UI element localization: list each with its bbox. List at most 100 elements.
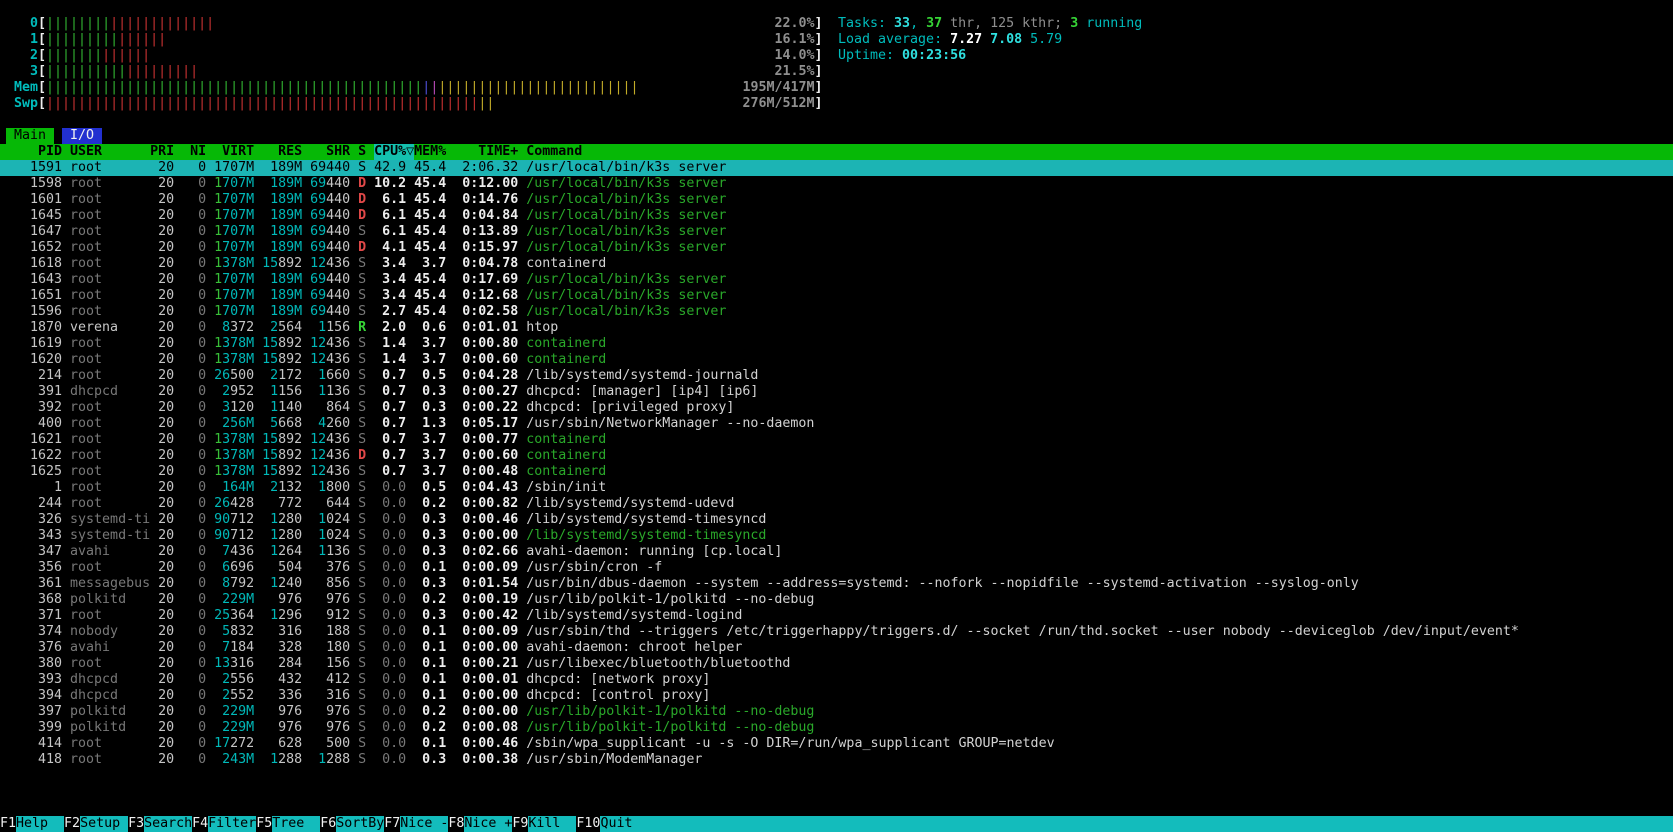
cell-cpu: 0.0	[374, 512, 407, 527]
process-row[interactable]: 356 root 20 0 6696 504 376 S 0.0 0.1 0:00.09 /…	[0, 560, 1673, 576]
cell-shr: 12436	[310, 256, 351, 271]
fkey-sortby[interactable]: F6SortBy	[320, 816, 384, 832]
process-row[interactable]: 1622 root 20 0 1378M 15892 12436 D 0.7 3.7 0:…	[0, 448, 1673, 464]
cell-shr: 69440	[310, 272, 351, 287]
column-header-user[interactable]: USER	[70, 144, 150, 160]
process-row[interactable]: 1601 root 20 0 1707M 189M 69440 D 6.1 45.4 0:1…	[0, 192, 1673, 208]
cell-command: dhcpcd: [control proxy]	[526, 688, 711, 703]
process-row[interactable]: 1647 root 20 0 1707M 189M 69440 S 6.1 45.4 0:1…	[0, 224, 1673, 240]
process-row[interactable]: 1652 root 20 0 1707M 189M 69440 D 4.1 45.4 0:1…	[0, 240, 1673, 256]
column-header-ni[interactable]: NI	[182, 144, 206, 160]
fkey-tree[interactable]: F5Tree	[256, 816, 321, 832]
cell-cpu: 6.1	[374, 224, 407, 239]
cell-res: 336	[278, 688, 303, 703]
cell-time: 0:02.58	[454, 304, 519, 319]
cell-state: D	[358, 176, 367, 191]
cell-virt: 8372	[222, 320, 255, 335]
process-row[interactable]: 1598 root 20 0 1707M 189M 69440 D 10.2 45.4 0:1…	[0, 176, 1673, 192]
column-header-pid[interactable]: PID	[6, 144, 62, 160]
fkey-nice[interactable]: F7Nice -	[384, 816, 448, 832]
process-row[interactable]: 1645 root 20 0 1707M 189M 69440 D 6.1 45.4 0:0…	[0, 208, 1673, 224]
process-row[interactable]: 414 root 20 0 17272 628 500 S 0.0 0.1 0:00.46…	[0, 736, 1673, 752]
column-header-virt[interactable]: VIRT	[214, 144, 254, 160]
tab-main[interactable]: Main	[6, 128, 55, 144]
process-row[interactable]: 1596 root 20 0 1707M 189M 69440 S 2.7 45.4 0:0…	[0, 304, 1673, 320]
cell-pri: 20	[150, 704, 175, 719]
process-row[interactable]: 400 root 20 0 256M 5668 4260 S 0.7 1.3 0:05.1…	[0, 416, 1673, 432]
process-row[interactable]: 1 root 20 0 164M 2132 1800 S 0.0 0.5 0:04.43 /…	[0, 480, 1673, 496]
process-row[interactable]: 399 polkitd 20 0 229M 976 976 S 0.0 0.2 0:00.…	[0, 720, 1673, 736]
column-header-pri[interactable]: PRI	[150, 144, 174, 160]
process-row[interactable]: 1870 verena 20 0 8372 2564 1156 R 2.0 0.6 0:0…	[0, 320, 1673, 336]
cell-user: root	[70, 352, 103, 367]
fkey-filter[interactable]: F4Filter	[192, 816, 256, 832]
fkey-quit[interactable]: F10Quit	[576, 816, 649, 832]
fkey-setup[interactable]: F2Setup	[64, 816, 129, 832]
column-header-time[interactable]: TIME+	[454, 144, 518, 160]
process-row[interactable]: 347 avahi 20 0 7436 1264 1136 S 0.0 0.3 0:02.…	[0, 544, 1673, 560]
tab-io[interactable]: I/O	[62, 128, 103, 144]
cell-shr: 976	[326, 720, 351, 735]
column-header-res[interactable]: RES	[262, 144, 302, 160]
process-row[interactable]: 1621 root 20 0 1378M 15892 12436 S 0.7 3.7 0:…	[0, 432, 1673, 448]
cell-command: /lib/systemd/systemd-logind	[526, 608, 743, 623]
cell-virt: 229M	[222, 592, 255, 607]
cell-pid: 368	[6, 592, 63, 607]
fkey-help[interactable]: F1Help	[0, 816, 65, 832]
fkey-kill[interactable]: F9Kill	[512, 816, 577, 832]
column-header-command[interactable]: Command	[526, 144, 582, 160]
cell-state: S	[358, 592, 367, 607]
cell-ni: 0	[182, 480, 207, 495]
process-row[interactable]: 393 dhcpcd 20 0 2556 432 412 S 0.0 0.1 0:00.0…	[0, 672, 1673, 688]
process-row[interactable]: 1625 root 20 0 1378M 15892 12436 S 0.7 3.7 0:…	[0, 464, 1673, 480]
cell-shr: 69440	[310, 224, 351, 239]
cell-ni: 0	[182, 736, 207, 751]
cell-pri: 20	[150, 544, 175, 559]
cell-pid: 347	[6, 544, 63, 559]
cell-shr: 864	[326, 400, 351, 415]
process-row[interactable]: 376 avahi 20 0 7184 328 180 S 0.0 0.1 0:00.00…	[0, 640, 1673, 656]
process-row[interactable]: 1619 root 20 0 1378M 15892 12436 S 1.4 3.7 0:…	[0, 336, 1673, 352]
column-header-state[interactable]: S	[358, 144, 366, 160]
process-row[interactable]: 1618 root 20 0 1378M 15892 12436 S 3.4 3.7 0:…	[0, 256, 1673, 272]
process-row[interactable]: 371 root 20 0 25364 1296 912 S 0.0 0.3 0:00.4…	[0, 608, 1673, 624]
process-row[interactable]: 214 root 20 0 26500 2172 1660 S 0.7 0.5 0:04.…	[0, 368, 1673, 384]
cell-time: 2:06.32	[454, 160, 519, 175]
process-row[interactable]: 391 dhcpcd 20 0 2952 1156 1136 S 0.7 0.3 0:00…	[0, 384, 1673, 400]
process-row[interactable]: 392 root 20 0 3120 1140 864 S 0.7 0.3 0:00.22…	[0, 400, 1673, 416]
cell-time: 0:00.01	[454, 672, 519, 687]
process-row[interactable]: 1591 root 20 0 1707M 189M 69440 S 42.9 45.4 2:0…	[0, 160, 1673, 176]
cell-command: dhcpcd: [privileged proxy]	[526, 400, 735, 415]
cell-virt: 1707M	[214, 176, 255, 191]
cell-mem: 3.7	[414, 352, 447, 367]
cpu-meter-3-value: 21.5%	[774, 64, 815, 79]
process-row[interactable]: 418 root 20 0 243M 1288 1288 S 0.0 0.3 0:00.3…	[0, 752, 1673, 768]
process-row[interactable]: 397 polkitd 20 0 229M 976 976 S 0.0 0.2 0:00.…	[0, 704, 1673, 720]
cell-cpu: 42.9	[374, 160, 407, 175]
process-row[interactable]: 374 nobody 20 0 5832 316 188 S 0.0 0.1 0:00.0…	[0, 624, 1673, 640]
column-header-mem[interactable]: MEM%	[414, 144, 446, 160]
cell-time: 0:00.09	[454, 624, 519, 639]
fkey-nice[interactable]: F8Nice +	[448, 816, 512, 832]
cell-mem: 45.4	[414, 176, 447, 191]
column-header-cpu[interactable]: CPU%	[374, 144, 407, 160]
process-row[interactable]: 368 polkitd 20 0 229M 976 976 S 0.0 0.2 0:00.…	[0, 592, 1673, 608]
cell-user: root	[70, 560, 103, 575]
process-row[interactable]: 380 root 20 0 13316 284 156 S 0.0 0.1 0:00.21…	[0, 656, 1673, 672]
process-row[interactable]: 394 dhcpcd 20 0 2552 336 316 S 0.0 0.1 0:00.0…	[0, 688, 1673, 704]
process-row[interactable]: 361 messagebus 20 0 8792 1240 856 S 0.0 0.3 0…	[0, 576, 1673, 592]
process-row[interactable]: 326 systemd-ti 20 0 90712 1280 1024 S 0.0 0.3…	[0, 512, 1673, 528]
uptime: Uptime: 00:23:56	[838, 48, 967, 63]
process-row[interactable]: 1620 root 20 0 1378M 15892 12436 S 1.4 3.7 0:…	[0, 352, 1673, 368]
cell-pri: 20	[150, 496, 175, 511]
column-header-shr[interactable]: SHR	[310, 144, 350, 160]
cell-command: avahi-daemon: chroot helper	[526, 640, 743, 655]
cell-state: S	[358, 496, 367, 511]
cell-cpu: 0.0	[374, 576, 407, 591]
cell-shr: 69440	[310, 288, 351, 303]
process-row[interactable]: 244 root 20 0 26428 772 644 S 0.0 0.2 0:00.82…	[0, 496, 1673, 512]
process-row[interactable]: 343 systemd-ti 20 0 90712 1280 1024 S 0.0 0.3…	[0, 528, 1673, 544]
process-row[interactable]: 1651 root 20 0 1707M 189M 69440 S 3.4 45.4 0:1…	[0, 288, 1673, 304]
fkey-search[interactable]: F3Search	[128, 816, 192, 832]
process-row[interactable]: 1643 root 20 0 1707M 189M 69440 S 3.4 45.4 0:1…	[0, 272, 1673, 288]
